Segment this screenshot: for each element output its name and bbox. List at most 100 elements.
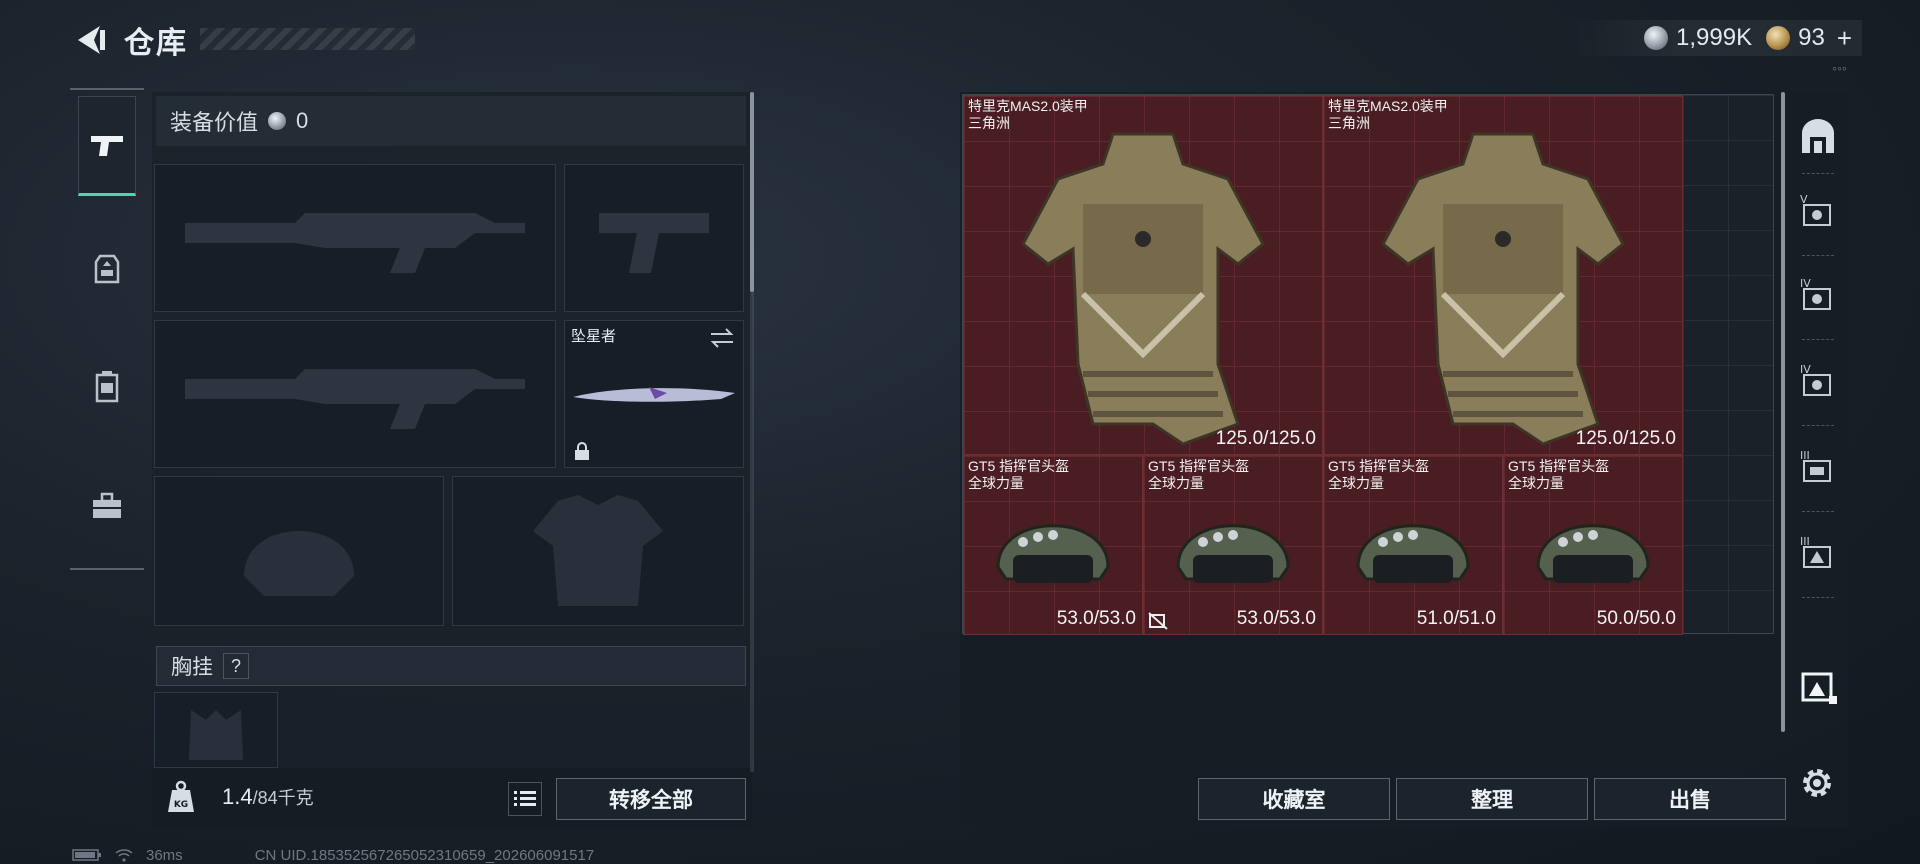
tab-toolbox[interactable] bbox=[78, 456, 136, 556]
list-view-button[interactable] bbox=[508, 782, 542, 816]
section-tier-iii-b[interactable]: III bbox=[1794, 529, 1842, 577]
helmet-icon bbox=[1356, 524, 1470, 584]
item-name: GT5 指挥官头盔 全球力量 bbox=[968, 458, 1070, 491]
item-durability: 51.0/51.0 bbox=[1416, 608, 1496, 629]
section-tier-v[interactable]: V bbox=[1794, 187, 1842, 235]
transfer-all-button[interactable]: 转移全部 bbox=[556, 778, 746, 820]
storage-grid[interactable]: 特里克MAS2.0装甲 三角洲 125.0/125.0 特里克MAS2.0装甲 三角… bbox=[962, 94, 1774, 635]
item-durability: 125.0/125.0 bbox=[1575, 428, 1676, 449]
wifi-icon bbox=[115, 849, 133, 862]
equipment-value: 0 bbox=[296, 108, 309, 133]
tab-weapons[interactable] bbox=[78, 96, 136, 196]
helmet-silhouette-icon bbox=[244, 531, 354, 596]
item-name: 特里克MAS2.0装甲 三角洲 bbox=[1328, 98, 1448, 131]
item-durability: 50.0/50.0 bbox=[1596, 608, 1676, 629]
silver-amount: 1,999K bbox=[1676, 24, 1753, 51]
swap-icon[interactable] bbox=[709, 327, 735, 349]
tab-armor[interactable] bbox=[78, 218, 136, 318]
add-currency-button[interactable]: + bbox=[1837, 23, 1852, 54]
side-tabs bbox=[70, 88, 144, 570]
helmet-icon bbox=[1536, 524, 1650, 584]
helmet-slot[interactable] bbox=[154, 476, 444, 626]
section-tier-iii-a[interactable]: III bbox=[1794, 443, 1842, 491]
divider bbox=[1802, 511, 1834, 512]
primary-weapon-slot[interactable] bbox=[154, 164, 556, 312]
page-title: 仓库 bbox=[124, 27, 188, 60]
organize-button[interactable]: 整理 bbox=[1396, 778, 1588, 820]
rifle-silhouette-icon bbox=[185, 213, 525, 273]
item-durability: 125.0/125.0 bbox=[1215, 428, 1316, 449]
section-selected[interactable] bbox=[1794, 661, 1842, 709]
pistol-slot[interactable] bbox=[564, 164, 744, 312]
svg-text:KG: KG bbox=[174, 800, 188, 810]
item-durability: 53.0/53.0 bbox=[1056, 608, 1136, 629]
secondary-weapon-slot[interactable] bbox=[154, 320, 556, 468]
help-button[interactable]: ? bbox=[223, 653, 249, 679]
currency-bar: 1,999K 93 + bbox=[1564, 20, 1862, 56]
chest-rig-silhouette-icon bbox=[189, 710, 243, 760]
settings-button[interactable] bbox=[1796, 762, 1838, 804]
helmet-icon bbox=[996, 524, 1110, 584]
top-bar: 仓库 1,999K 93 + bbox=[0, 0, 1920, 80]
silver-currency: 1,999K bbox=[1644, 24, 1752, 52]
gold-amount: 93 bbox=[1798, 24, 1825, 51]
lock-icon bbox=[575, 442, 589, 460]
divider bbox=[1802, 339, 1834, 340]
storage-box-icon: IV bbox=[1800, 277, 1831, 310]
item-name: GT5 指挥官头盔 全球力量 bbox=[1148, 458, 1250, 491]
body-armor-icon bbox=[1021, 132, 1265, 446]
toolbox-icon bbox=[93, 492, 121, 518]
sell-button[interactable]: 出售 bbox=[1594, 778, 1786, 820]
item-durability: 53.0/53.0 bbox=[1236, 608, 1316, 629]
weight-current: 1.4 bbox=[222, 784, 253, 809]
section-tier-iv-b[interactable]: IV bbox=[1794, 357, 1842, 405]
back-button[interactable] bbox=[70, 20, 110, 60]
backpack-icon bbox=[95, 371, 119, 403]
loadout-scrollbar[interactable] bbox=[750, 92, 754, 292]
melee-slot[interactable]: 坠星者 bbox=[564, 320, 744, 468]
knife-icon bbox=[573, 387, 735, 402]
section-tier-iv-a[interactable]: IV bbox=[1794, 271, 1842, 319]
no-repair-icon bbox=[1148, 612, 1168, 630]
storage-item-helmet[interactable]: GT5 指挥官头盔 全球力量 53.0/53.0 bbox=[1143, 455, 1323, 635]
storage-box-icon: V bbox=[1800, 193, 1831, 226]
storage-box-icon: III bbox=[1800, 449, 1831, 482]
equipment-value-header: 装备价值 0 bbox=[156, 96, 746, 146]
list-icon bbox=[514, 791, 536, 806]
helmet-icon bbox=[1176, 524, 1290, 584]
section-main-storage[interactable] bbox=[1794, 113, 1842, 161]
body-armor-icon bbox=[1381, 132, 1625, 446]
armor-slot[interactable] bbox=[452, 476, 744, 626]
storage-item-helmet[interactable]: GT5 指挥官头盔 全球力量 51.0/51.0 bbox=[1323, 455, 1503, 635]
storage-item-helmet[interactable]: GT5 指挥官头盔 全球力量 50.0/50.0 bbox=[1503, 455, 1683, 635]
pistol-icon bbox=[91, 136, 123, 156]
storage-scrollbar[interactable] bbox=[1781, 92, 1785, 732]
user-uid: CN UID.185352567265052310659_20260609151… bbox=[254, 846, 595, 864]
status-bar: 36ms CN UID.185352567265052310659_202606… bbox=[72, 846, 594, 864]
divider bbox=[1802, 597, 1834, 598]
item-name: 特里克MAS2.0装甲 三角洲 bbox=[968, 98, 1088, 131]
storage-item-helmet[interactable]: GT5 指挥官头盔 全球力量 53.0/53.0 bbox=[963, 455, 1143, 635]
battery-icon bbox=[72, 849, 101, 861]
chest-rig-header: 胸挂 ? bbox=[156, 646, 746, 686]
loadout-footer: KG 1.4/84千克 转移全部 bbox=[152, 768, 752, 828]
storage-arch-icon bbox=[1802, 119, 1834, 153]
menu-dots-icon[interactable]: ◦◦◦ bbox=[1832, 60, 1847, 76]
storage-item-armor[interactable]: 特里克MAS2.0装甲 三角洲 125.0/125.0 bbox=[1323, 95, 1683, 455]
tab-backpack[interactable] bbox=[78, 336, 136, 436]
collection-room-button[interactable]: 收藏室 bbox=[1198, 778, 1390, 820]
item-name: GT5 指挥官头盔 全球力量 bbox=[1508, 458, 1610, 491]
weight-kg-icon: KG bbox=[168, 780, 194, 812]
title-decoration bbox=[200, 28, 415, 50]
equipment-value-label: 装备价值 bbox=[170, 110, 259, 135]
divider bbox=[1802, 425, 1834, 426]
storage-box-selected-icon bbox=[1801, 672, 1837, 704]
gold-currency[interactable]: 93 + bbox=[1766, 23, 1852, 54]
divider bbox=[1802, 173, 1834, 174]
divider bbox=[1802, 255, 1834, 256]
rifle-silhouette-icon bbox=[185, 369, 525, 429]
chest-rig-slot[interactable] bbox=[154, 692, 278, 768]
chest-rig-label: 胸挂 bbox=[171, 656, 213, 679]
back-arrow-icon bbox=[78, 26, 105, 54]
storage-item-armor[interactable]: 特里克MAS2.0装甲 三角洲 125.0/125.0 bbox=[963, 95, 1323, 455]
